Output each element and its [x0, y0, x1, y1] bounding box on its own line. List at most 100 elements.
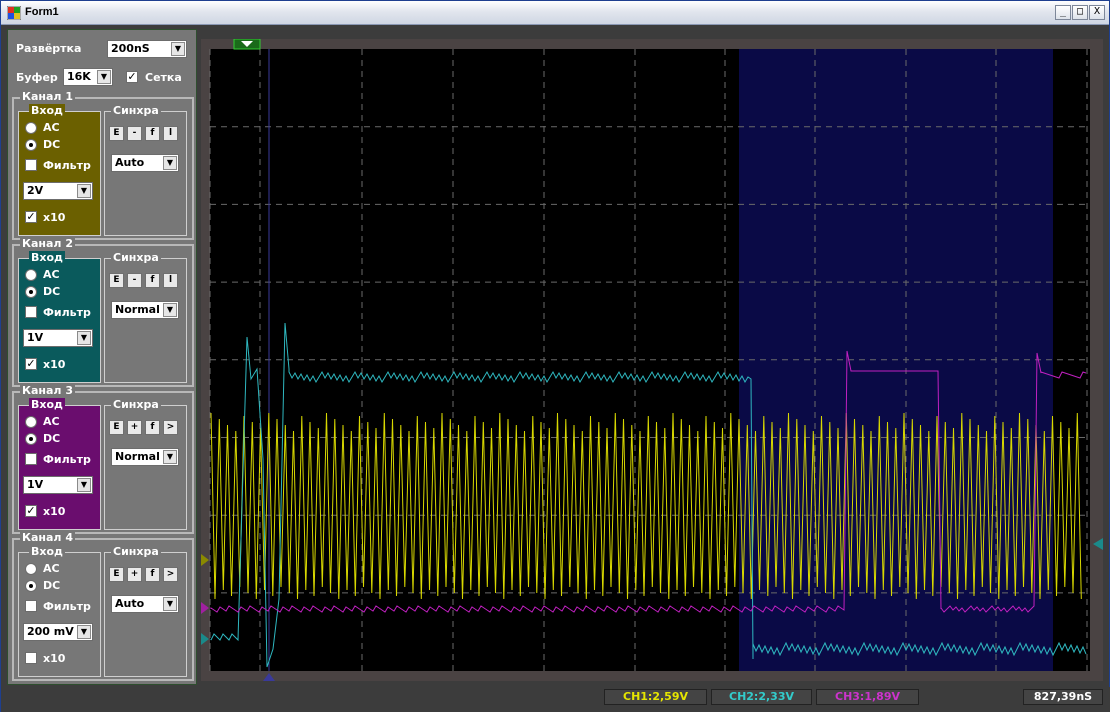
chevron-down-icon[interactable]: ▼ — [163, 156, 177, 170]
sync-button-1[interactable]: - — [127, 273, 142, 288]
sync-label: Синхра — [111, 251, 161, 264]
time-readout: 827,39nS — [1023, 689, 1103, 705]
dc-radio[interactable] — [25, 580, 37, 592]
chevron-down-icon[interactable]: ▼ — [171, 42, 185, 56]
trigger-level-marker — [1093, 538, 1103, 550]
sync-button-3[interactable]: > — [163, 420, 178, 435]
chevron-down-icon[interactable]: ▼ — [97, 70, 111, 84]
sync-button-2[interactable]: f — [145, 126, 160, 141]
filter-label: Фильтр — [43, 600, 91, 613]
dc-radio[interactable] — [25, 139, 37, 151]
sync-button-0[interactable]: E — [109, 567, 124, 582]
chevron-down-icon[interactable]: ▼ — [77, 625, 91, 639]
ac-radio[interactable] — [25, 563, 37, 575]
dc-radio[interactable] — [25, 286, 37, 298]
sync-mode-value: Auto — [115, 597, 145, 610]
sync-button-3[interactable]: l — [163, 273, 178, 288]
sync-button-0[interactable]: E — [109, 420, 124, 435]
filter-checkbox[interactable] — [25, 306, 37, 318]
channel-3-group: Канал 3 Вход AC DC Фильтр 1V ▼ ✓ x10 Син… — [12, 384, 194, 534]
x10-checkbox[interactable]: ✓ — [25, 211, 37, 223]
input-group: Вход AC DC Фильтр 200 mV ▼ x10 — [18, 545, 101, 677]
sync-mode-select[interactable]: Normal ▼ — [111, 301, 179, 319]
sweep-label: Развёртка — [16, 42, 82, 55]
grid-label: Сетка — [145, 71, 182, 84]
ac-label: AC — [43, 415, 60, 428]
sweep-value: 200nS — [111, 42, 150, 55]
sync-label: Синхра — [111, 104, 161, 117]
status-bar: CH1:2,59V CH2:2,33V CH3:1,89V 827,39nS — [1, 687, 1110, 712]
ch2-readout: CH2:2,33V — [711, 689, 812, 705]
sync-mode-select[interactable]: Auto ▼ — [111, 154, 179, 172]
buffer-value: 16K — [67, 70, 91, 83]
maximize-button[interactable]: □ — [1072, 5, 1088, 20]
sync-button-0[interactable]: E — [109, 126, 124, 141]
channel-1-group: Канал 1 Вход AC DC Фильтр 2V ▼ ✓ x10 Син… — [12, 90, 194, 240]
ac-radio[interactable] — [25, 122, 37, 134]
chevron-down-icon[interactable]: ▼ — [77, 478, 91, 492]
app-icon — [7, 6, 21, 20]
ac-label: AC — [43, 562, 60, 575]
ac-radio[interactable] — [25, 269, 37, 281]
buffer-select[interactable]: 16K ▼ — [63, 68, 113, 86]
volts-select[interactable]: 200 mV ▼ — [23, 623, 93, 641]
sync-group: Синхра E-fl Normal ▼ — [104, 251, 187, 383]
sync-group: Синхра E + f > Normal ▼ — [104, 398, 187, 530]
x10-checkbox[interactable]: ✓ — [25, 358, 37, 370]
oscilloscope-screen[interactable] — [201, 39, 1103, 681]
volts-value: 200 mV — [27, 625, 74, 638]
x10-checkbox[interactable] — [25, 652, 37, 664]
sync-mode-value: Normal — [115, 303, 160, 316]
close-button[interactable]: X — [1089, 5, 1105, 20]
grid-checkbox[interactable]: ✓ — [126, 71, 138, 83]
sync-button-1[interactable]: - — [127, 126, 142, 141]
buffer-label: Буфер — [16, 71, 58, 84]
input-label: Вход — [29, 398, 65, 411]
chevron-down-icon[interactable]: ▼ — [163, 450, 177, 464]
channel-title: Канал 2 — [20, 237, 75, 250]
sweep-select[interactable]: 200nS ▼ — [107, 40, 187, 58]
ac-radio[interactable] — [25, 416, 37, 428]
input-label: Вход — [29, 545, 65, 558]
input-group: Вход AC DC Фильтр 1V ▼ ✓ x10 — [18, 251, 101, 383]
channel-title: Канал 4 — [20, 531, 75, 544]
chevron-down-icon[interactable]: ▼ — [77, 184, 91, 198]
channel-4-group: Канал 4 Вход AC DC Фильтр 200 mV ▼ x10 С… — [12, 531, 194, 681]
minimize-button[interactable]: _ — [1055, 5, 1071, 20]
channel-2-group: Канал 2 Вход AC DC Фильтр 1V ▼ ✓ x10 Син… — [12, 237, 194, 387]
filter-checkbox[interactable] — [25, 453, 37, 465]
sync-mode-select[interactable]: Auto ▼ — [111, 595, 179, 613]
ch2-level-marker — [201, 633, 209, 645]
dc-label: DC — [43, 579, 61, 592]
x10-label: x10 — [43, 505, 66, 518]
sync-button-1[interactable]: + — [127, 567, 142, 582]
filter-checkbox[interactable] — [25, 159, 37, 171]
chevron-down-icon[interactable]: ▼ — [163, 303, 177, 317]
sync-group: Синхра E + f > Auto ▼ — [104, 545, 187, 677]
chevron-down-icon[interactable]: ▼ — [163, 597, 177, 611]
sync-button-3[interactable]: > — [163, 567, 178, 582]
volts-select[interactable]: 2V ▼ — [23, 182, 93, 200]
sync-button-2[interactable]: f — [145, 567, 160, 582]
x10-checkbox[interactable]: ✓ — [25, 505, 37, 517]
volts-select[interactable]: 1V ▼ — [23, 329, 93, 347]
ac-label: AC — [43, 121, 60, 134]
sync-group: Синхра E-fl Auto ▼ — [104, 104, 187, 236]
sync-button-2[interactable]: f — [145, 420, 160, 435]
title-bar[interactable]: Form1 _ □ X — [1, 1, 1109, 25]
chevron-down-icon[interactable]: ▼ — [77, 331, 91, 345]
filter-checkbox[interactable] — [25, 600, 37, 612]
x10-label: x10 — [43, 652, 66, 665]
dc-label: DC — [43, 285, 61, 298]
dc-radio[interactable] — [25, 433, 37, 445]
sync-mode-select[interactable]: Normal ▼ — [111, 448, 179, 466]
x10-label: x10 — [43, 211, 66, 224]
volts-select[interactable]: 1V ▼ — [23, 476, 93, 494]
channel-title: Канал 1 — [20, 90, 75, 103]
sync-button-2[interactable]: f — [145, 273, 160, 288]
sync-button-0[interactable]: E — [109, 273, 124, 288]
sync-label: Синхра — [111, 545, 161, 558]
ch1-level-marker — [201, 554, 209, 566]
sync-button-3[interactable]: l — [163, 126, 178, 141]
sync-button-1[interactable]: + — [127, 420, 142, 435]
